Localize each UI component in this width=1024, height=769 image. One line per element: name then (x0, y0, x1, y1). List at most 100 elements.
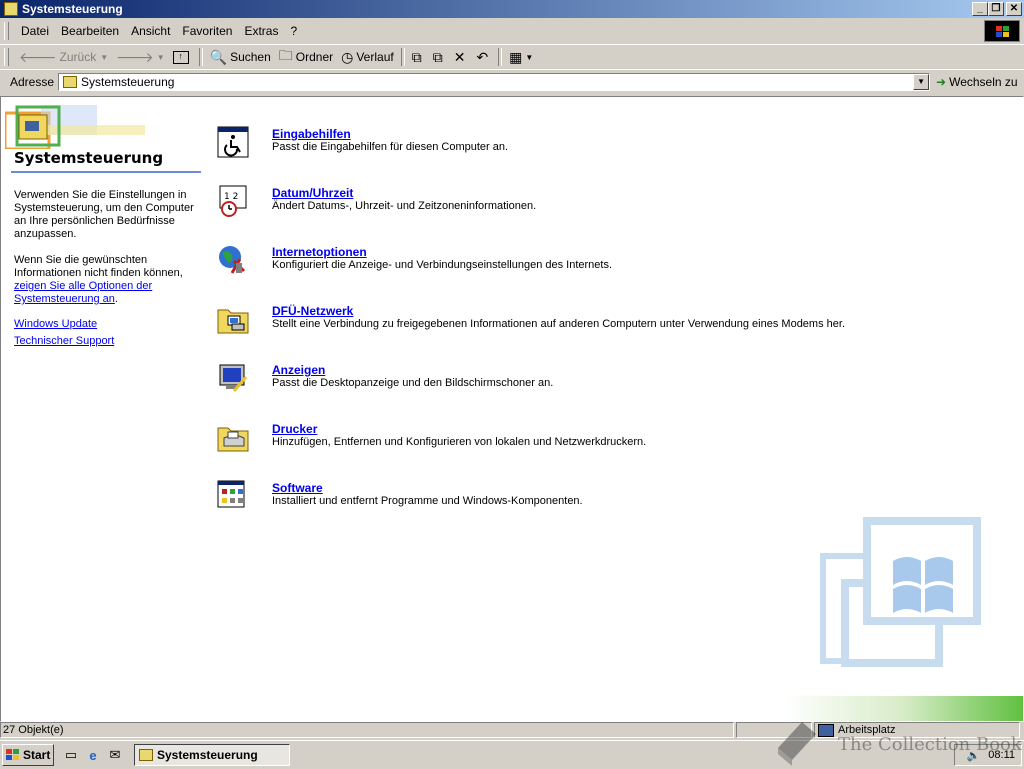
item-description: Hinzufügen, Entfernen und Konfigurieren … (272, 436, 647, 448)
item-description: Passt die Desktopanzeige und den Bildsch… (272, 377, 554, 389)
item-datum-uhrzeit[interactable]: 1 2 Datum/Uhrzeit Ändert Datums-, Uhrzei… (216, 184, 976, 243)
search-button[interactable]: 🔍 Suchen (206, 47, 275, 68)
copy-to-icon: ⧉ (432, 48, 443, 65)
item-anzeigen[interactable]: Anzeigen Passt die Desktopanzeige und de… (216, 361, 976, 420)
control-panel-items: Eingabehilfen Passt die Eingabehilfen fü… (216, 125, 976, 538)
item-name[interactable]: Internetoptionen (272, 245, 367, 259)
taskbar-button-systemsteuerung[interactable]: Systemsteuerung (134, 744, 290, 766)
control-panel-header-graphic (5, 105, 145, 149)
page-title: Systemsteuerung (14, 149, 164, 167)
go-button[interactable]: ➜ Wechseln zu (936, 75, 1018, 89)
control-panel-icon (4, 2, 18, 16)
item-name[interactable]: Datum/Uhrzeit (272, 186, 353, 200)
printers-icon (217, 427, 249, 452)
address-input[interactable]: Systemsteuerung ▼ (58, 73, 931, 91)
status-bar: 27 Objekt(e) Arbeitsplatz (0, 722, 1024, 740)
toolbar-grip[interactable] (4, 48, 9, 66)
move-to-icon: ⧉ (411, 48, 422, 65)
up-folder-button[interactable]: ↑ (169, 49, 196, 66)
menu-favoriten[interactable]: Favoriten (176, 22, 238, 40)
menu-datei[interactable]: Datei (15, 22, 55, 40)
forward-arrow-icon: 🡒 (116, 48, 154, 65)
standard-toolbar: 🡐 Zurück ▼ 🡒 ▼ ↑ 🔍 Suchen 🗀 Ordner ◷ Verlauf ⧉… (0, 44, 1024, 69)
support-link[interactable]: Technischer Support (14, 335, 114, 348)
delete-button[interactable]: ✕ (450, 47, 473, 68)
item-name[interactable]: Drucker (272, 422, 317, 436)
windows-update-link[interactable]: Windows Update (14, 318, 97, 331)
minimize-button[interactable]: _ (972, 2, 988, 16)
windows-flag-icon (6, 749, 19, 760)
accessibility-icon (217, 126, 249, 158)
close-button[interactable]: ✕ (1006, 2, 1022, 16)
taskbar: Start ▭ e ✉ Systemsteuerung 🔈 08:11 (0, 740, 1024, 769)
display-icon (219, 364, 248, 392)
item-description: Ändert Datums-, Uhrzeit- und Zeitzonenin… (272, 200, 537, 212)
go-arrow-icon: ➜ (936, 75, 947, 89)
control-panel-icon (63, 76, 78, 88)
control-panel-icon (139, 749, 153, 761)
item-drucker[interactable]: Drucker Hinzufügen, Entfernen und Konfig… (216, 420, 976, 479)
svg-text:1 2: 1 2 (224, 192, 238, 202)
software-icon (217, 480, 245, 508)
clock: 08:11 (988, 749, 1015, 761)
copy-to-button[interactable]: ⧉ (429, 47, 450, 68)
back-button[interactable]: 🡐 Zurück ▼ (15, 47, 112, 68)
menu-ansicht[interactable]: Ansicht (125, 22, 176, 40)
menu-help[interactable]: ? (284, 22, 303, 40)
address-value: Systemsteuerung (81, 75, 175, 89)
item-internetoptionen[interactable]: Internetoptionen Konfiguriert die Anzeig… (216, 243, 976, 302)
views-button[interactable]: ▦ ▼ (505, 47, 537, 68)
dialup-network-icon (217, 309, 249, 334)
quick-launch: ▭ e ✉ (62, 746, 124, 764)
search-icon: 🔍 (209, 48, 228, 65)
content-area: Systemsteuerung Verwenden Sie die Einste… (0, 96, 1024, 722)
move-to-button[interactable]: ⧉ (408, 47, 429, 68)
system-tray: 🔈 08:11 (954, 744, 1022, 766)
forward-button[interactable]: 🡒 ▼ (112, 47, 168, 68)
hint-text: Wenn Sie die gewünschten Informationen n… (14, 254, 183, 305)
history-icon: ◷ (341, 48, 354, 65)
show-all-options-link[interactable]: zeigen Sie alle Optionen der Systemsteue… (14, 280, 152, 305)
folders-icon: 🗀 (278, 47, 293, 63)
address-bar: Adresse Systemsteuerung ▼ ➜ Wechseln zu (0, 69, 1024, 94)
intro-text: Verwenden Sie die Einstellungen in Syste… (14, 189, 194, 240)
address-dropdown-button[interactable]: ▼ (913, 74, 930, 90)
delete-icon: ✕ (453, 48, 466, 65)
item-description: Passt die Eingabehilfen für diesen Compu… (272, 141, 509, 153)
outlook-express-icon[interactable]: ✉ (106, 746, 124, 764)
history-button[interactable]: ◷ Verlauf (337, 47, 398, 68)
title-bar[interactable]: Systemsteuerung _ ❐ ✕ (0, 0, 1024, 18)
my-computer-icon (818, 723, 834, 737)
item-name[interactable]: Anzeigen (272, 363, 325, 377)
windows-logo-icon (984, 20, 1020, 42)
item-name[interactable]: Eingabehilfen (272, 127, 351, 141)
item-name[interactable]: DFÜ-Netzwerk (272, 304, 353, 318)
folders-button[interactable]: 🗀 Ordner (275, 43, 337, 71)
undo-button[interactable]: ↶ (472, 47, 495, 68)
item-description: Installiert und entfernt Programme und W… (272, 495, 583, 507)
show-desktop-icon[interactable]: ▭ (62, 746, 80, 764)
undo-icon: ↶ (476, 48, 489, 65)
menu-bar: Datei Bearbeiten Ansicht Favoriten Extra… (0, 20, 1024, 42)
item-dfue-netzwerk[interactable]: DFÜ-Netzwerk Stellt eine Verbindung zu f… (216, 302, 976, 361)
restore-button[interactable]: ❐ (988, 2, 1004, 16)
date-time-icon: 1 2 (219, 185, 247, 217)
toolbar-grip[interactable] (4, 22, 9, 40)
views-icon: ▦ (509, 48, 523, 65)
up-folder-icon: ↑ (172, 50, 189, 64)
volume-icon[interactable]: 🔈 (967, 749, 981, 762)
status-object-count: 27 Objekt(e) (0, 722, 734, 738)
windows-background-logo (783, 517, 1023, 721)
back-arrow-icon: 🡐 (19, 48, 57, 65)
status-panel (736, 722, 812, 738)
start-button[interactable]: Start (2, 744, 54, 766)
address-label: Adresse (10, 75, 55, 89)
info-pane: Systemsteuerung Verwenden Sie die Einste… (1, 97, 206, 721)
menu-bearbeiten[interactable]: Bearbeiten (55, 22, 125, 40)
item-name[interactable]: Software (272, 481, 323, 495)
internet-options-icon (219, 246, 246, 274)
item-description: Konfiguriert die Anzeige- und Verbindung… (272, 259, 613, 271)
menu-extras[interactable]: Extras (238, 22, 284, 40)
internet-explorer-icon[interactable]: e (84, 746, 102, 764)
item-eingabehilfen[interactable]: Eingabehilfen Passt die Eingabehilfen fü… (216, 125, 976, 184)
